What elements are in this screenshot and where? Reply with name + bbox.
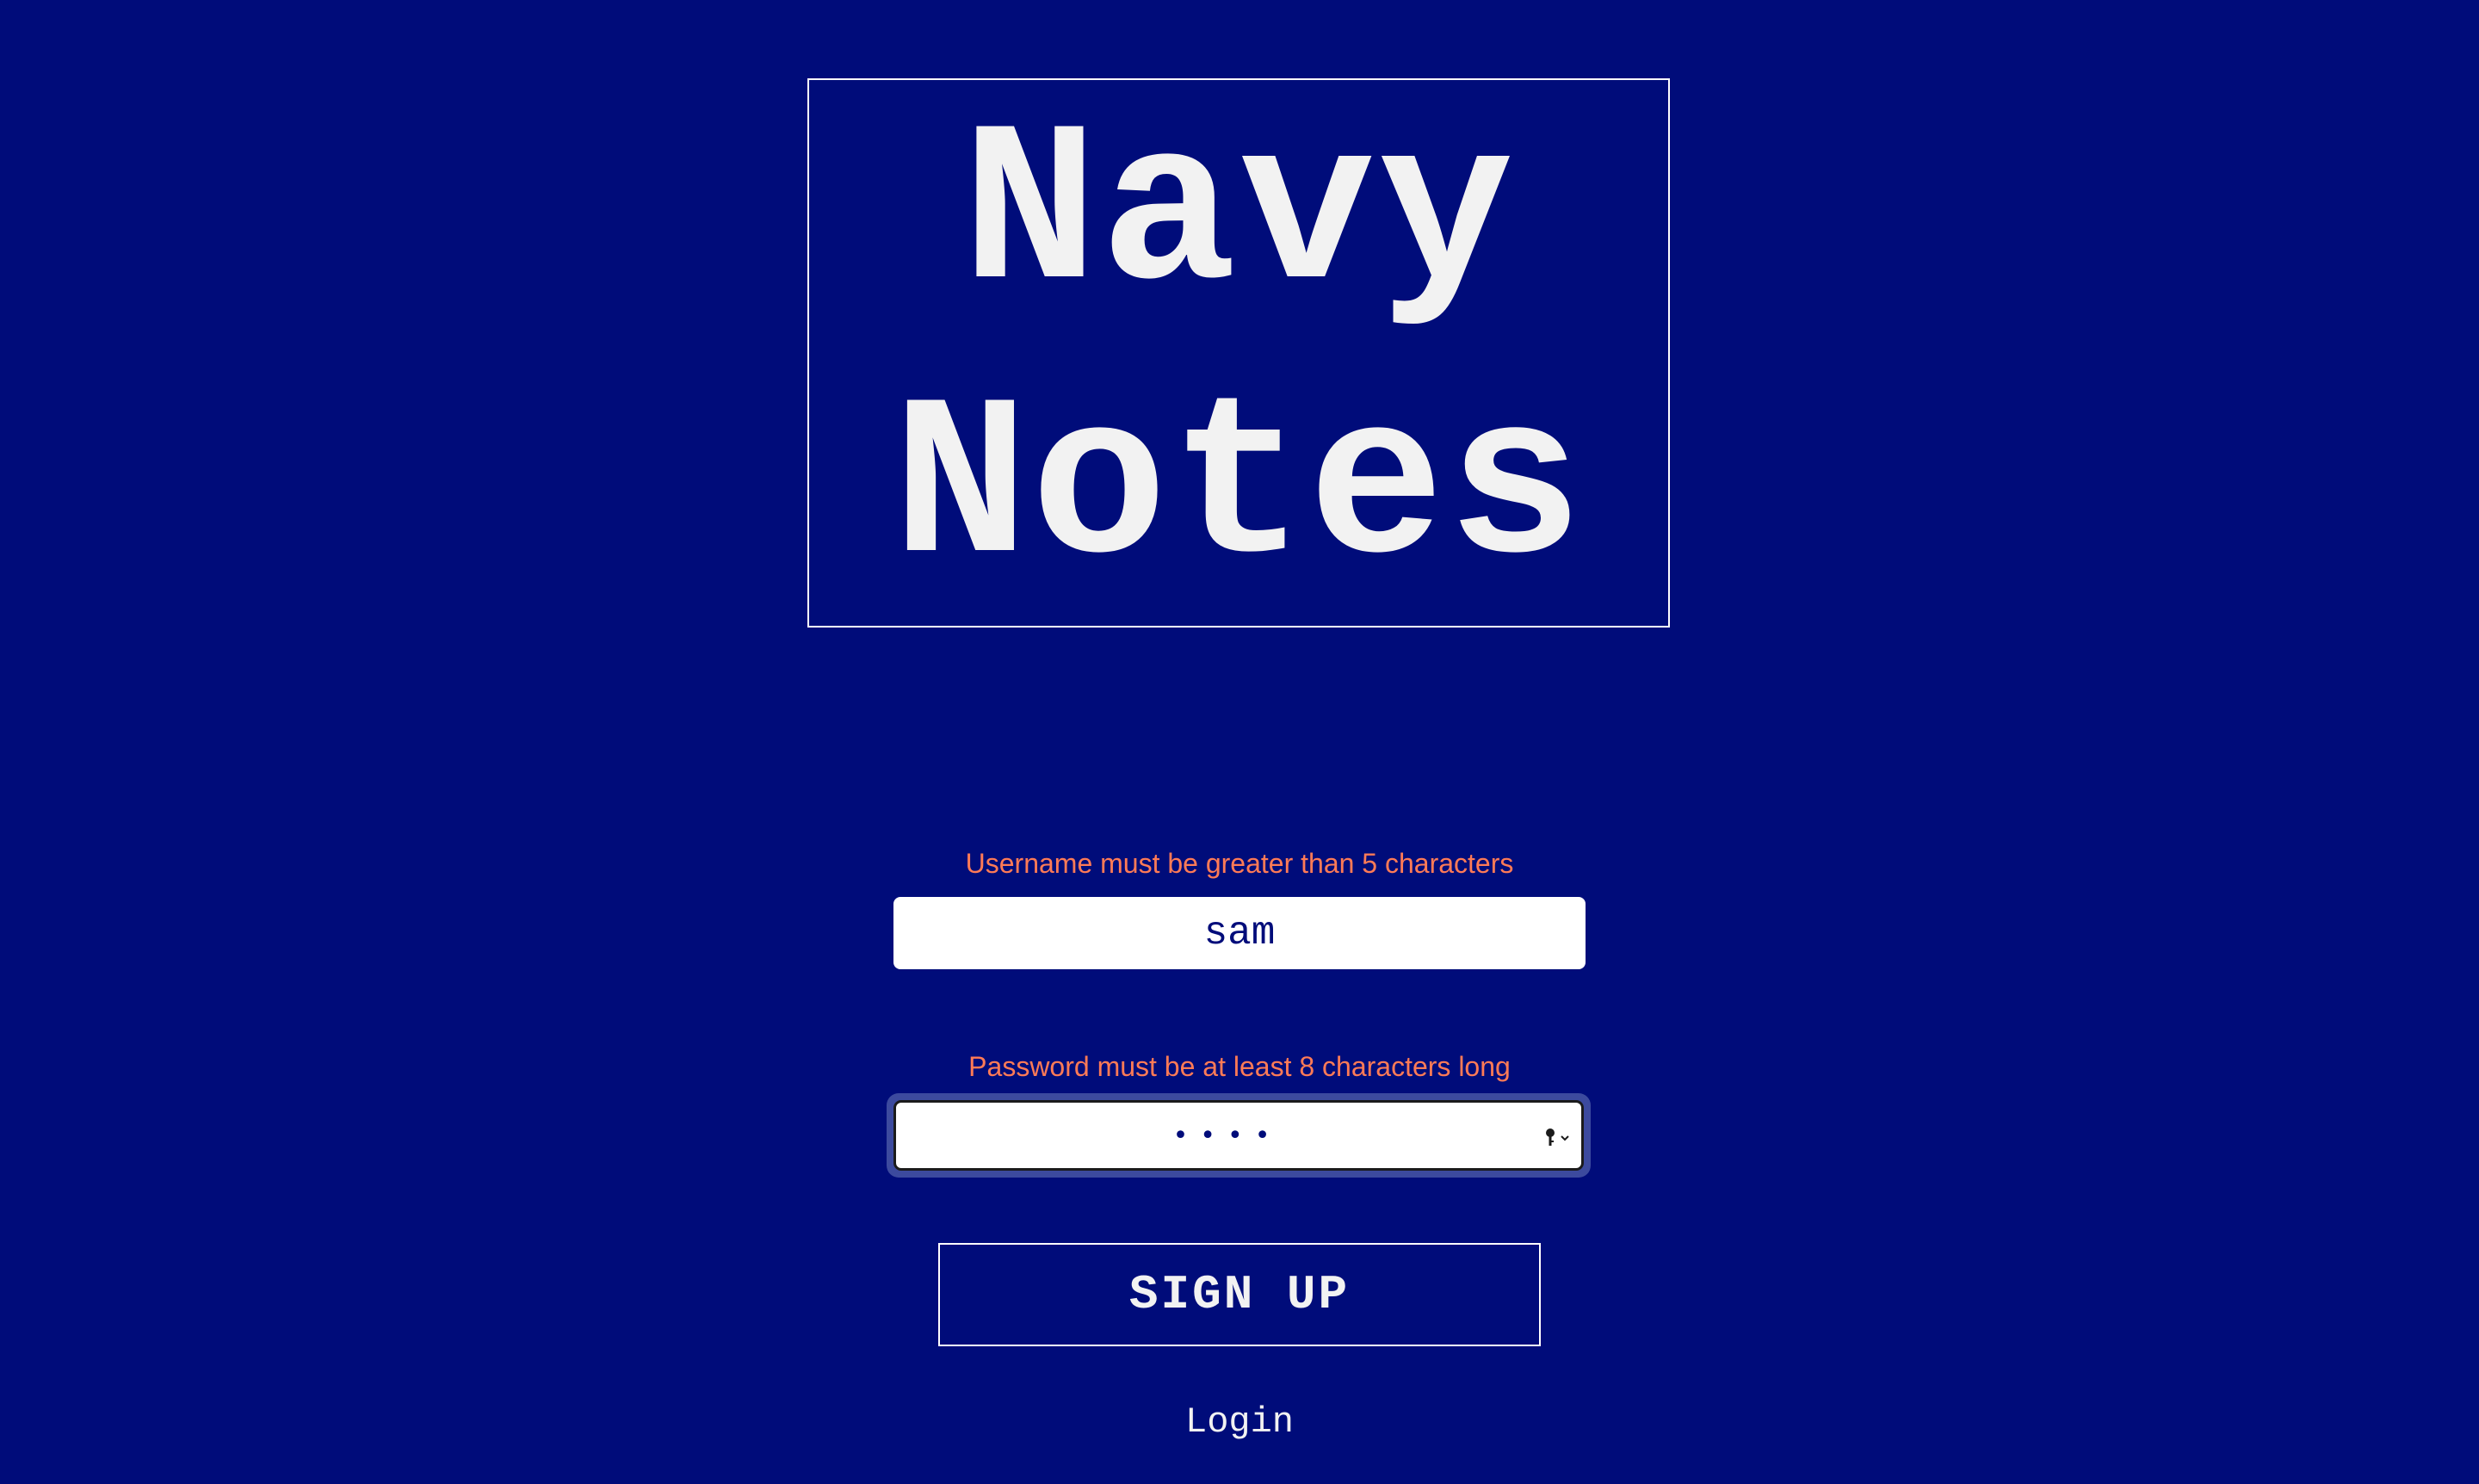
key-icon[interactable]	[1543, 1127, 1574, 1149]
username-input-value: sam	[1203, 911, 1276, 955]
password-input[interactable]: ••••	[893, 1100, 1584, 1171]
logo-line-navy: Navy	[961, 86, 1517, 345]
key-icon-graphic	[1546, 1128, 1569, 1146]
logo-line-notes: Notes	[892, 360, 1586, 619]
login-link[interactable]: Login	[0, 1396, 2479, 1448]
password-focus-ring: ••••	[887, 1093, 1591, 1178]
username-error-message: Username must be greater than 5 characte…	[965, 848, 1514, 879]
app-logo: Navy Notes	[807, 78, 1670, 628]
password-error-message: Password must be at least 8 characters l…	[968, 1051, 1511, 1082]
username-input[interactable]: sam	[893, 897, 1586, 969]
signup-button[interactable]: SIGN UP	[938, 1243, 1541, 1346]
password-input-value: ••••	[1172, 1120, 1283, 1151]
